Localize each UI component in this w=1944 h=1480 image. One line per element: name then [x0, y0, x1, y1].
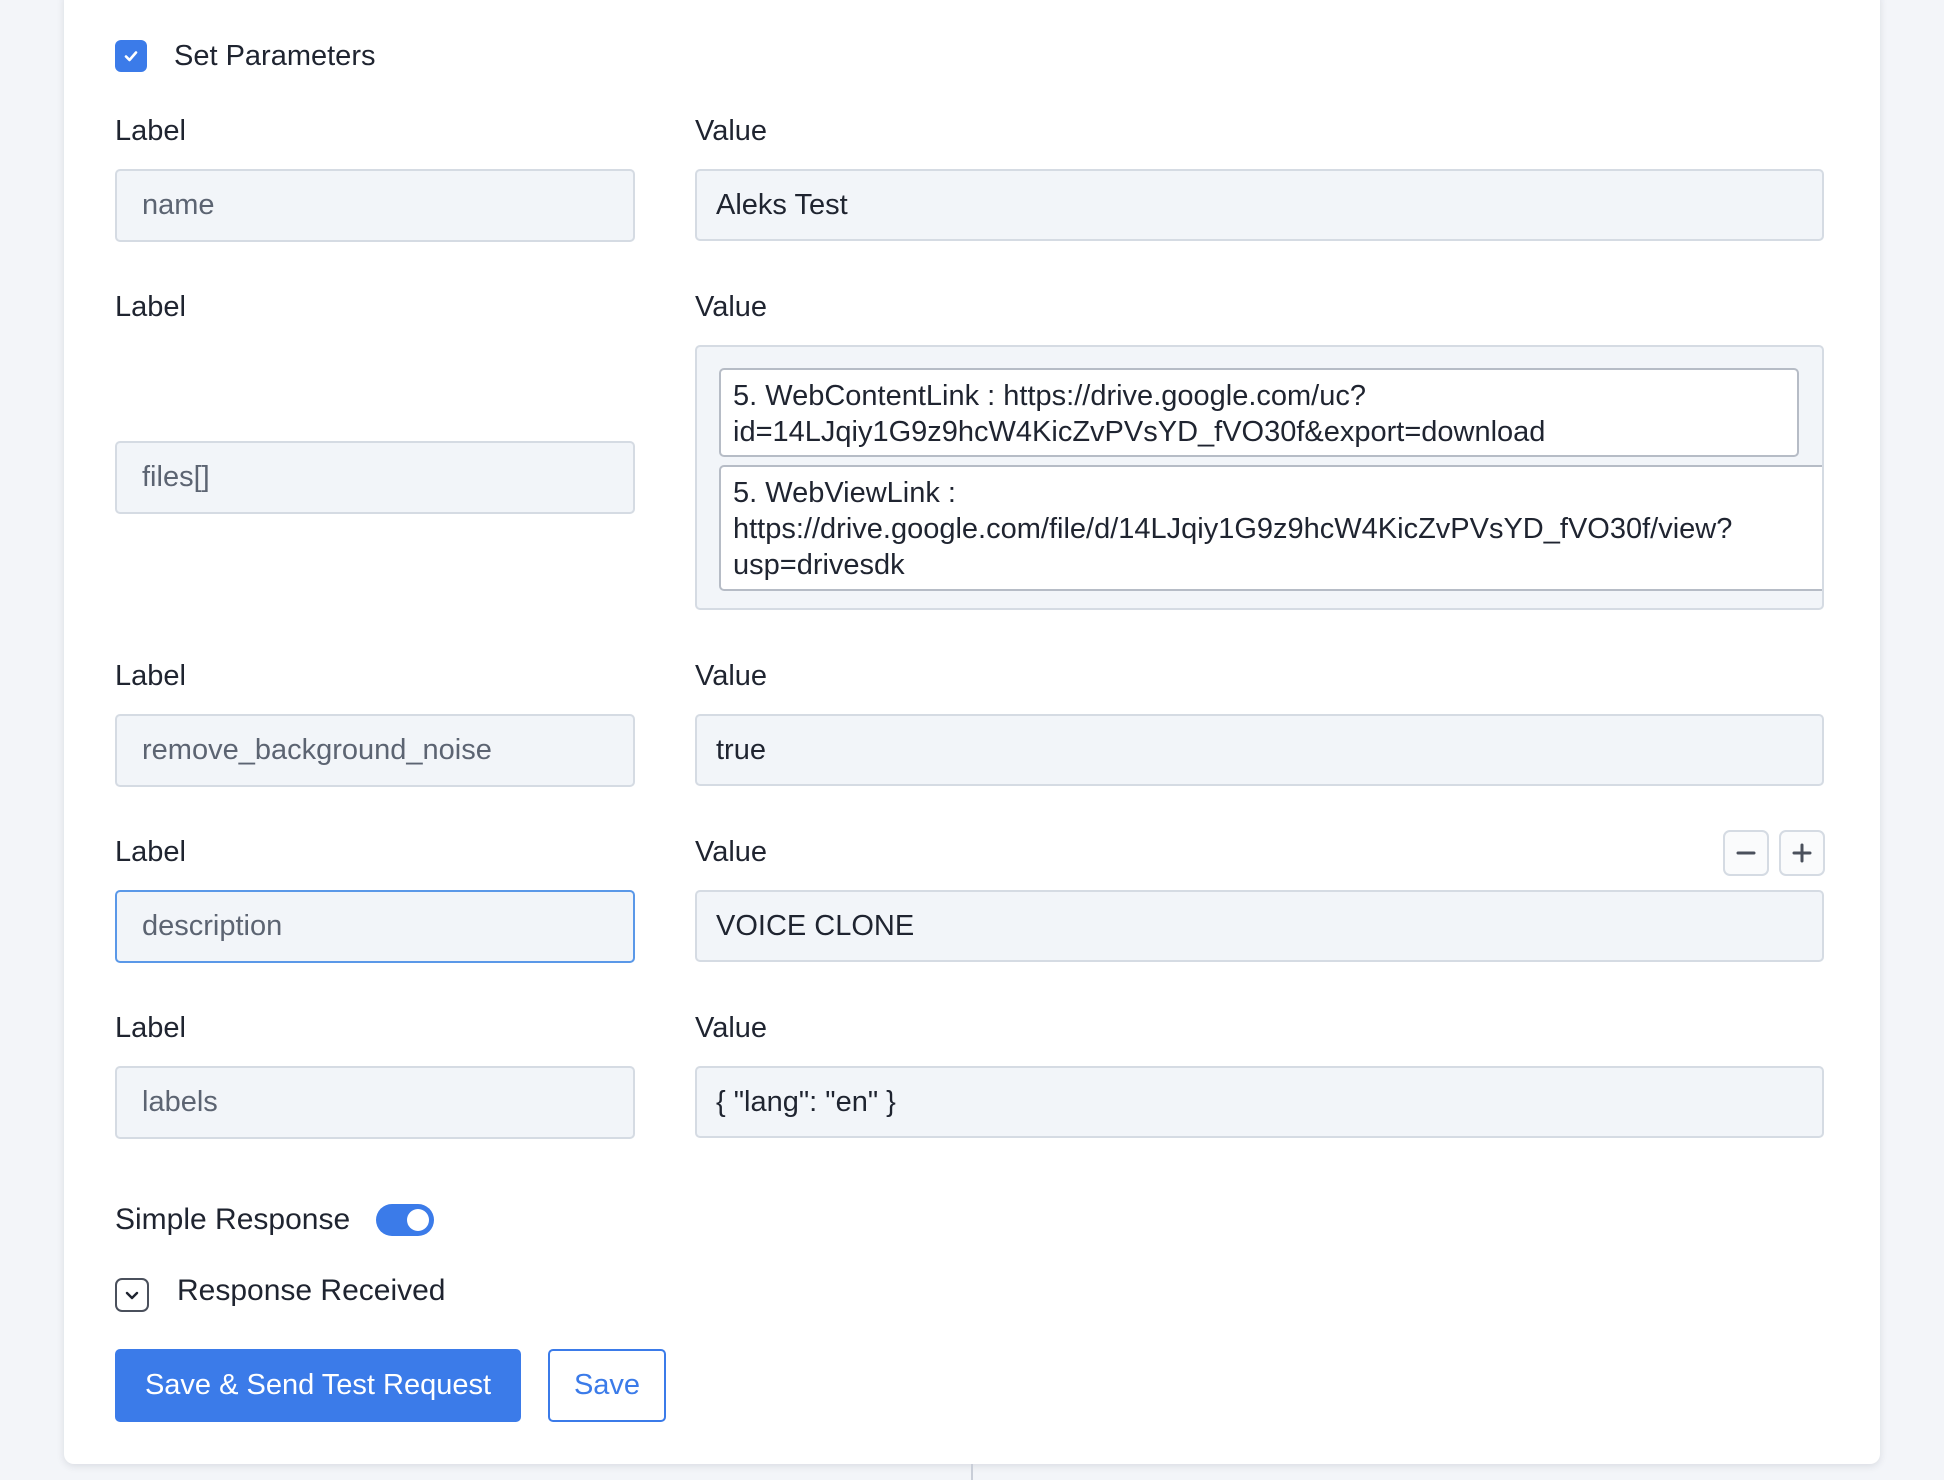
- save-and-send-test-request-button[interactable]: Save & Send Test Request: [115, 1349, 521, 1422]
- value-token[interactable]: 5. WebContentLink : https://drive.google…: [719, 368, 1799, 457]
- param-label-input[interactable]: remove_background_noise: [115, 714, 635, 787]
- value-heading: Value: [695, 1012, 768, 1044]
- param-value-input[interactable]: true: [695, 714, 1824, 786]
- param-value-text: Aleks Test: [716, 188, 848, 221]
- add-row-button[interactable]: [1779, 830, 1825, 876]
- param-label-input[interactable]: files[]: [115, 441, 635, 514]
- value-token-line: 5. WebContentLink : https://drive.google…: [733, 380, 1366, 412]
- simple-response-toggle[interactable]: [376, 1204, 434, 1236]
- value-heading: Value: [695, 291, 768, 323]
- param-value-input[interactable]: Aleks Test: [695, 169, 1824, 241]
- label-heading: Label: [115, 1012, 186, 1044]
- param-label-input[interactable]: name: [115, 169, 635, 242]
- minus-icon: [1736, 851, 1756, 855]
- value-token-line: 5. WebViewLink :: [733, 477, 956, 509]
- param-value-text: true: [716, 733, 766, 766]
- response-received-label: Response Received: [177, 1274, 446, 1307]
- param-label-text: name: [142, 189, 215, 221]
- set-parameters-label: Set Parameters: [174, 40, 376, 72]
- label-heading: Label: [115, 115, 186, 147]
- checkmark-icon: [124, 51, 138, 62]
- value-token[interactable]: 5. WebViewLink : https://drive.google.co…: [719, 465, 1822, 591]
- param-value-input[interactable]: VOICE CLONE: [695, 890, 1824, 962]
- param-value-text: { "lang": "en" }: [716, 1085, 896, 1118]
- value-token-line: https://drive.google.com/file/d/14LJqiy1…: [733, 513, 1733, 545]
- label-heading: Label: [115, 660, 186, 692]
- param-label-text: description: [142, 910, 283, 942]
- value-token-line: usp=drivesdk: [733, 549, 905, 581]
- plus-icon: [1792, 843, 1812, 863]
- label-heading: Label: [115, 836, 186, 868]
- set-parameters-checkbox[interactable]: [115, 40, 147, 72]
- flow-connector-line: [971, 1464, 973, 1480]
- value-heading: Value: [695, 115, 768, 147]
- response-received-expand-button[interactable]: [115, 1278, 149, 1312]
- chevron-down-icon: [125, 1291, 139, 1300]
- remove-row-button[interactable]: [1723, 830, 1769, 876]
- param-value-input[interactable]: { "lang": "en" }: [695, 1066, 1824, 1138]
- value-heading: Value: [695, 836, 768, 868]
- param-label-input[interactable]: labels: [115, 1066, 635, 1139]
- toggle-knob: [407, 1209, 429, 1231]
- label-heading: Label: [115, 291, 186, 323]
- param-label-input[interactable]: description: [115, 890, 635, 963]
- value-token-line: id=14LJqiy1G9z9hcW4KicZvPVsYD_fVO30f&exp…: [733, 416, 1546, 448]
- param-value-text: VOICE CLONE: [716, 909, 915, 942]
- save-button[interactable]: Save: [548, 1349, 666, 1422]
- value-heading: Value: [695, 660, 768, 692]
- param-label-text: labels: [142, 1086, 218, 1118]
- param-label-text: files[]: [142, 461, 210, 493]
- param-value-multi-input[interactable]: 5. WebContentLink : https://drive.google…: [695, 345, 1824, 610]
- param-label-text: remove_background_noise: [142, 734, 492, 766]
- simple-response-label: Simple Response: [115, 1203, 351, 1236]
